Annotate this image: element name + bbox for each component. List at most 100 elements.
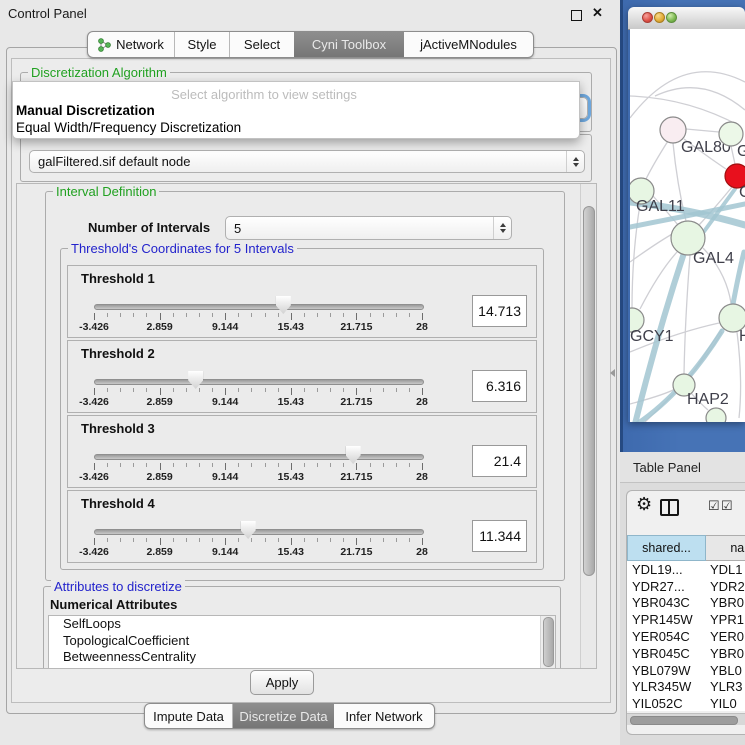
cell-shared-name[interactable]: YBL079W xyxy=(627,663,706,678)
table-hscrollbar-thumb[interactable] xyxy=(630,716,738,725)
slider-tick xyxy=(278,463,279,467)
popup-item-equal-width[interactable]: Equal Width/Frequency Discretization xyxy=(16,120,241,135)
close-icon[interactable]: ✕ xyxy=(592,5,603,21)
gear-icon[interactable]: ⚙ xyxy=(636,494,652,515)
slider-thumb[interactable] xyxy=(241,521,256,539)
threshold-slider[interactable] xyxy=(94,379,424,385)
cell-shared-name[interactable]: YIL052C xyxy=(627,696,706,711)
threshold-value-field[interactable]: 11.344 xyxy=(472,520,527,552)
slider-tick xyxy=(396,388,397,392)
cell-name[interactable]: YBR0 xyxy=(706,646,745,661)
cell-name[interactable]: YDL1 xyxy=(706,562,745,577)
network-window-titlebar[interactable] xyxy=(628,7,745,30)
threshold-value-field[interactable]: 14.713 xyxy=(472,295,527,327)
table-row[interactable]: YER054CYER0 xyxy=(627,628,745,645)
thresholds-group: Threshold's Coordinates for 5 Intervals … xyxy=(60,248,544,570)
apply-label: Apply xyxy=(266,675,299,690)
slider-tick xyxy=(396,538,397,542)
column-header-name[interactable]: name xyxy=(706,535,745,561)
list-scrollbar-thumb[interactable] xyxy=(543,617,554,667)
tab-cyni-toolbox[interactable]: Cyni Toolbox xyxy=(294,32,404,57)
num-intervals-value: 5 xyxy=(234,221,241,236)
table-row[interactable]: YBR043CYBR0 xyxy=(627,595,745,612)
cell-name[interactable]: YPR1 xyxy=(706,612,745,627)
threshold-slider[interactable] xyxy=(94,529,424,535)
column-header-shared-name[interactable]: shared... xyxy=(627,535,706,561)
slider-tick xyxy=(356,463,357,470)
popup-item-manual-discretization[interactable]: Manual Discretization xyxy=(16,103,155,118)
num-intervals-combobox[interactable]: 5 xyxy=(225,216,512,240)
apply-button[interactable]: Apply xyxy=(250,670,314,695)
settings-scrollbar-thumb[interactable] xyxy=(583,206,595,576)
table-row[interactable]: YDR27...YDR2 xyxy=(627,578,745,595)
list-scrollbar[interactable] xyxy=(540,616,555,668)
cell-shared-name[interactable]: YDR27... xyxy=(627,579,706,594)
tab-label: Network xyxy=(116,37,164,52)
slider-tick xyxy=(422,388,423,395)
tab-jactivemnodules[interactable]: jActiveMNodules xyxy=(404,32,533,57)
slider-tick xyxy=(409,463,410,467)
checkbox-icon[interactable]: ☑ xyxy=(708,498,720,514)
table-data-combobox[interactable]: galFiltered.sif default node xyxy=(29,150,585,173)
tab-network[interactable]: Network xyxy=(88,32,175,57)
slider-scale-label: 2.859 xyxy=(146,471,172,483)
tab-select[interactable]: Select xyxy=(230,32,294,57)
table-row[interactable]: YBR045CYBR0 xyxy=(627,645,745,662)
minimize-traffic-light[interactable] xyxy=(654,12,665,23)
table-row[interactable]: YPR145WYPR1 xyxy=(627,611,745,628)
cell-shared-name[interactable]: YLR345W xyxy=(627,679,706,694)
tab-label: Impute Data xyxy=(153,709,224,724)
settings-scrollbar[interactable] xyxy=(580,184,596,668)
table-row[interactable]: YIL052CYIL0 xyxy=(627,695,745,711)
slider-tick xyxy=(291,463,292,470)
table-hscrollbar[interactable] xyxy=(627,713,745,725)
network-canvas[interactable]: GAL80GACGAL11GAL4GCY1HHAP2 xyxy=(630,29,745,422)
cell-name[interactable]: YBL0 xyxy=(706,663,745,678)
slider-thumb[interactable] xyxy=(346,446,361,464)
slider-thumb[interactable] xyxy=(276,296,291,314)
column-layout-icon[interactable] xyxy=(660,499,679,516)
slider-tick xyxy=(212,388,213,392)
threshold-slider[interactable] xyxy=(94,304,424,310)
table-row[interactable]: YLR345WYLR3 xyxy=(627,679,745,696)
cell-name[interactable]: YER0 xyxy=(706,629,745,644)
cell-name[interactable]: YBR0 xyxy=(706,595,745,610)
threshold-value-field[interactable]: 21.4 xyxy=(472,445,527,477)
table-row[interactable]: YBL079WYBL0 xyxy=(627,662,745,679)
cell-name[interactable]: YDR2 xyxy=(706,579,745,594)
float-window-icon[interactable] xyxy=(571,10,582,21)
attribute-list-item[interactable]: BetweennessCentrality xyxy=(49,649,555,666)
tab-style[interactable]: Style xyxy=(175,32,230,57)
slider-tick xyxy=(265,463,266,467)
cell-shared-name[interactable]: YER054C xyxy=(627,629,706,644)
slider-scale-label: -3.426 xyxy=(79,321,109,333)
cell-shared-name[interactable]: YDL19... xyxy=(627,562,706,577)
slider-tick xyxy=(370,313,371,317)
splitpane-grip[interactable] xyxy=(610,369,615,377)
threshold-value-field[interactable]: 6.316 xyxy=(472,370,527,402)
slider-tick xyxy=(146,538,147,542)
zoom-traffic-light[interactable] xyxy=(666,12,677,23)
threshold-slider[interactable] xyxy=(94,454,424,460)
table-header-row: shared... name xyxy=(627,535,745,561)
attribute-list-item[interactable]: TopologicalCoefficient xyxy=(49,633,555,650)
slider-tick xyxy=(173,313,174,317)
cell-shared-name[interactable]: YPR145W xyxy=(627,612,706,627)
tab-discretize-data[interactable]: Discretize Data xyxy=(233,704,334,728)
close-traffic-light[interactable] xyxy=(642,12,653,23)
table-panel-area: ⚙ ☑ ☑ shared... name YDL19...YDL1YDR27..… xyxy=(620,483,745,745)
slider-thumb[interactable] xyxy=(188,371,203,389)
cell-name[interactable]: YLR3 xyxy=(706,679,745,694)
slider-tick xyxy=(343,388,344,392)
cell-name[interactable]: YIL0 xyxy=(706,696,745,711)
cell-shared-name[interactable]: YBR043C xyxy=(627,595,706,610)
network-node[interactable] xyxy=(706,408,726,422)
tab-impute-data[interactable]: Impute Data xyxy=(145,704,233,728)
slider-tick xyxy=(238,388,239,392)
cell-shared-name[interactable]: YBR045C xyxy=(627,646,706,661)
table-row[interactable]: YDL19...YDL1 xyxy=(627,561,745,578)
slider-tick xyxy=(94,313,95,320)
checkbox-icon[interactable]: ☑ xyxy=(721,498,733,514)
attribute-list-item[interactable]: SelfLoops xyxy=(49,616,555,633)
tab-infer-network[interactable]: Infer Network xyxy=(334,704,434,728)
